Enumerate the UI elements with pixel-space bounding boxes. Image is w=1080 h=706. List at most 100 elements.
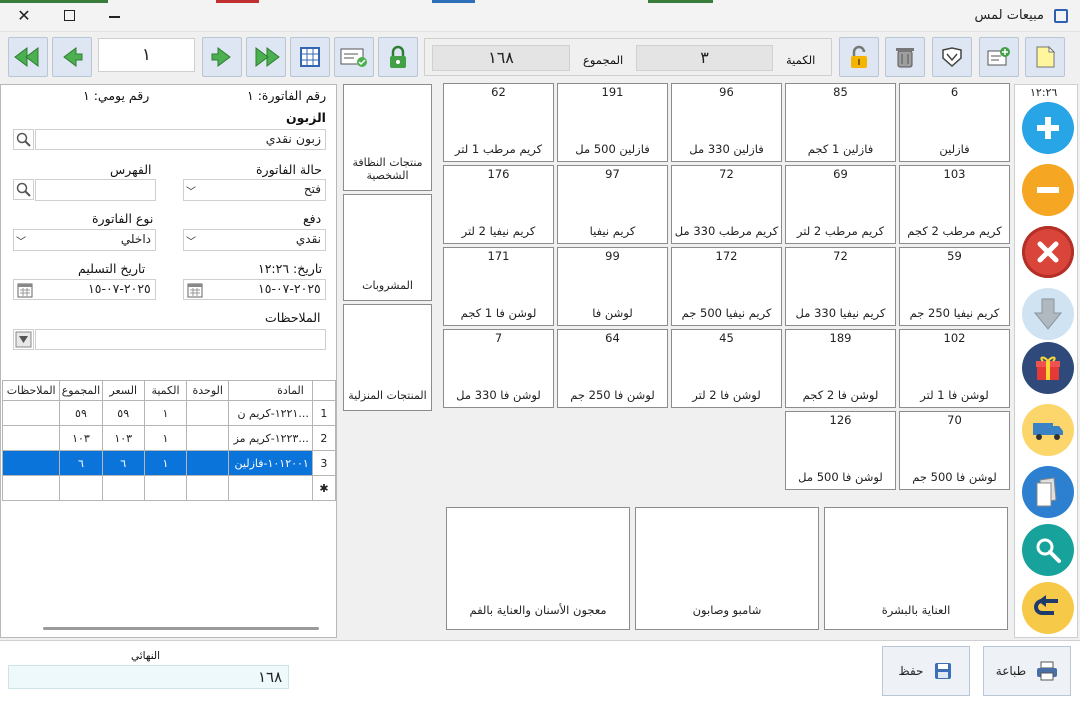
cell-item[interactable]: ١٢٢١-كريم ن... — [228, 400, 313, 426]
calendar-icon[interactable] — [187, 282, 203, 301]
calendar-icon[interactable] — [17, 282, 33, 301]
customer-field[interactable]: زبون نقدي — [35, 129, 326, 150]
cell-price[interactable]: ١٠٣ — [101, 425, 145, 451]
cell-notes[interactable] — [1, 425, 61, 451]
col-unit[interactable]: الوحدة — [186, 380, 230, 401]
col-item[interactable]: المادة — [228, 380, 313, 401]
cell-unit[interactable] — [186, 450, 230, 476]
cell-total[interactable]: ٥٩ — [59, 400, 103, 426]
table-row[interactable]: ١٠٣ ١٠٣ ١ ١٢٢٣-كريم مز... 2 — [1, 425, 337, 451]
subcategory-oral-care[interactable]: معجون الأسنان والعناية بالفم — [446, 507, 630, 630]
index-label: الفهرس — [110, 162, 152, 177]
cell-notes[interactable] — [1, 450, 61, 476]
lock-record-button[interactable] — [378, 37, 418, 77]
new-customer-button[interactable] — [979, 37, 1019, 77]
table-new-row[interactable]: ✱ — [1, 475, 337, 501]
customer-search-button[interactable] — [13, 129, 34, 150]
chevron-down-icon: ﹀ — [186, 237, 196, 248]
product-tile[interactable]: 45 لوشن فا 2 لتر — [671, 329, 782, 408]
product-tile[interactable]: 172 كريم نيفيا 500 جم — [671, 247, 782, 326]
record-number-field[interactable]: ١ — [98, 38, 195, 72]
remove-item-button[interactable] — [1022, 226, 1074, 278]
col-quantity[interactable]: الكمية — [143, 380, 188, 401]
invoice-type-select[interactable]: داخلي — [13, 229, 156, 251]
cell-total[interactable]: ١٠٣ — [59, 425, 103, 451]
product-tile[interactable]: 69 كريم مرطب 2 لتر — [785, 165, 896, 244]
index-field[interactable] — [35, 179, 156, 201]
product-tile[interactable]: 96 فازلين 330 مل — [671, 83, 782, 162]
print-button[interactable]: طباعة — [983, 646, 1071, 696]
cell-notes[interactable] — [1, 400, 61, 426]
move-down-button[interactable] — [1022, 288, 1074, 340]
save-button[interactable]: حفظ — [882, 646, 970, 696]
discount-button[interactable] — [932, 37, 972, 77]
category-personal-care[interactable]: منتجات النظافة الشخصية — [343, 84, 432, 191]
notes-field[interactable] — [35, 329, 326, 350]
close-icon[interactable]: ✕ — [14, 6, 34, 26]
product-tile[interactable]: 62 كريم مرطب 1 لتر — [443, 83, 554, 162]
cell-unit[interactable] — [186, 425, 230, 451]
product-tile[interactable]: 189 لوشن فا 2 كجم — [785, 329, 896, 408]
approve-invoice-button[interactable] — [334, 37, 374, 77]
table-row-selected[interactable]: ٦ ٦ ١ ١٠١٢٠٠١-فازلين 3 — [1, 450, 337, 476]
table-row[interactable]: ٥٩ ٥٩ ١ ١٢٢١-كريم ن... 1 — [1, 400, 337, 426]
product-tile[interactable]: 126 لوشن فا 500 مل — [785, 411, 896, 490]
product-tile[interactable]: 72 كريم مرطب 330 مل — [671, 165, 782, 244]
product-tile[interactable]: 191 فازلين 500 مل — [557, 83, 668, 162]
product-tile[interactable]: 7 لوشن فا 330 مل — [443, 329, 554, 408]
index-search-button[interactable] — [13, 179, 34, 200]
minimize-icon[interactable] — [104, 6, 124, 26]
product-tile[interactable]: 85 فازلين 1 كجم — [785, 83, 896, 162]
unlock-button[interactable] — [839, 37, 879, 77]
delete-button[interactable] — [885, 37, 925, 77]
product-tile[interactable]: 97 كريم نيفيا — [557, 165, 668, 244]
cell-quantity[interactable]: ١ — [143, 400, 188, 426]
product-tile[interactable]: 6 فازلين — [899, 83, 1010, 162]
prev-record-button[interactable] — [52, 37, 92, 77]
product-tile[interactable]: 99 لوشن فا — [557, 247, 668, 326]
col-price[interactable]: السعر — [101, 380, 145, 401]
decrease-quantity-button[interactable] — [1022, 164, 1074, 216]
invoice-check-icon — [340, 48, 367, 67]
category-beverages[interactable]: المشروبات — [343, 194, 432, 301]
cell-item[interactable]: ١٠١٢٠٠١-فازلين — [228, 450, 313, 476]
payment-select[interactable]: نقدي — [183, 229, 326, 251]
return-button[interactable] — [1022, 582, 1074, 634]
subcategory-shampoo-soap[interactable]: شامبو وصابون — [635, 507, 819, 630]
product-tile[interactable]: 176 كريم نيفيا 2 لتر — [443, 165, 554, 244]
product-tile[interactable]: 64 لوشن فا 250 جم — [557, 329, 668, 408]
sidebar-time: ١٢:٢٦ — [1030, 86, 1058, 99]
maximize-icon[interactable] — [59, 6, 79, 26]
product-tile[interactable]: 70 لوشن فا 500 جم — [899, 411, 1010, 490]
product-tile[interactable]: 59 كريم نيفيا 250 جم — [899, 247, 1010, 326]
new-invoice-button[interactable] — [1025, 37, 1065, 77]
cell-unit[interactable] — [186, 400, 230, 426]
product-tile[interactable]: 72 كريم نيفيا 330 مل — [785, 247, 896, 326]
notes-dropdown-button[interactable] — [13, 329, 34, 350]
col-total[interactable]: المجموع — [59, 380, 103, 401]
add-quantity-button[interactable] — [1022, 102, 1074, 154]
cell-price[interactable]: ٦ — [101, 450, 145, 476]
status-select[interactable]: فتح — [183, 179, 326, 201]
col-notes[interactable]: الملاحظات — [1, 380, 61, 401]
grid-view-button[interactable] — [290, 37, 330, 77]
delivery-button[interactable] — [1022, 404, 1074, 456]
horizontal-scrollbar[interactable] — [43, 627, 319, 630]
gift-button[interactable] — [1022, 342, 1074, 394]
search-product-button[interactable] — [1022, 524, 1074, 576]
category-household[interactable]: المنتجات المنزلية — [343, 304, 432, 411]
documents-button[interactable] — [1022, 466, 1074, 518]
product-tile[interactable]: 102 لوشن فا 1 لتر — [899, 329, 1010, 408]
cell-price[interactable]: ٥٩ — [101, 400, 145, 426]
cell-item[interactable]: ١٢٢٣-كريم مز... — [228, 425, 313, 451]
product-tile[interactable]: 103 كريم مرطب 2 كجم — [899, 165, 1010, 244]
next-record-button[interactable] — [202, 37, 242, 77]
first-record-button[interactable] — [8, 37, 48, 77]
subcategory-skin-care[interactable]: العناية بالبشرة — [824, 507, 1008, 630]
product-tile[interactable]: 171 لوشن فا 1 كجم — [443, 247, 554, 326]
quantity-label: الكمية — [786, 53, 816, 67]
cell-quantity[interactable]: ١ — [143, 425, 188, 451]
cell-total[interactable]: ٦ — [59, 450, 103, 476]
last-record-button[interactable] — [246, 37, 286, 77]
cell-quantity[interactable]: ١ — [143, 450, 188, 476]
